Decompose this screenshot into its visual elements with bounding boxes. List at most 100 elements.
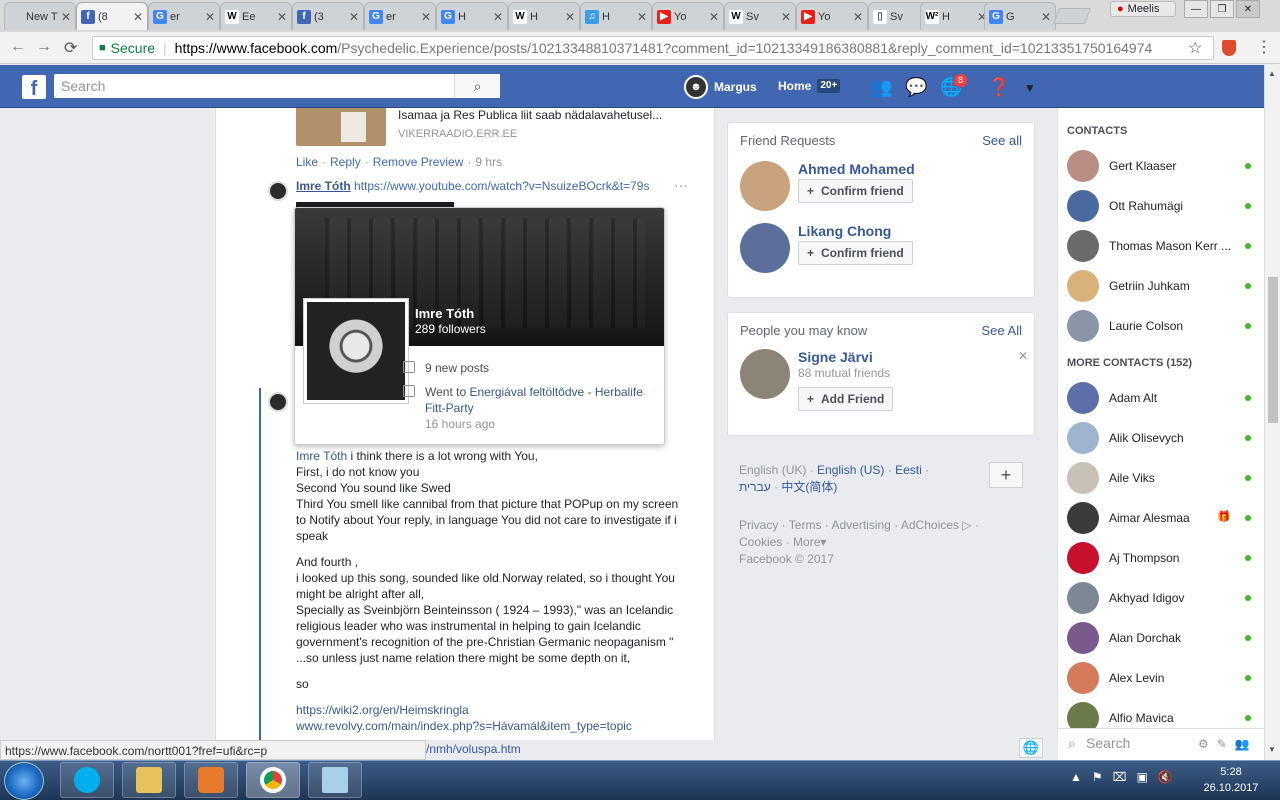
dismiss-icon[interactable]: ✕ [1018, 349, 1028, 363]
taskbar-clock[interactable]: 5:28 26.10.2017 [1196, 764, 1266, 796]
commenter-avatar[interactable] [268, 181, 288, 201]
confirm-friend-button[interactable]: Confirm friend [798, 241, 913, 265]
add-language-button[interactable]: + [989, 462, 1023, 488]
friend-requests-see-all-link[interactable]: See all [982, 133, 1022, 148]
link-preview-thumbnail[interactable] [296, 108, 386, 146]
reload-icon[interactable]: ⟳ [64, 38, 77, 58]
add-friend-button[interactable]: Add Friend [798, 387, 894, 411]
system-tray-icons[interactable]: ▲⚑⌧▣🔇 [1070, 770, 1183, 784]
close-icon[interactable]: ✕ [565, 10, 575, 24]
browser-tab[interactable]: G G ✕ [984, 2, 1056, 30]
contact-item[interactable]: Akhyad Idigov [1067, 580, 1257, 616]
contact-item[interactable]: Aj Thompson [1067, 540, 1257, 576]
avatar[interactable] [740, 349, 790, 399]
close-icon[interactable]: ✕ [637, 10, 647, 24]
advertising-link[interactable]: Advertising [831, 518, 890, 532]
friend-request-name[interactable]: Ahmed Mohamed [798, 161, 915, 177]
friend-request-name[interactable]: Likang Chong [798, 223, 891, 239]
contact-item[interactable]: Alik Olisevych [1067, 420, 1257, 456]
close-icon[interactable]: ✕ [493, 10, 503, 24]
messenger-icon[interactable]: 💬 [905, 77, 927, 98]
close-icon[interactable]: ✕ [349, 10, 359, 24]
avatar[interactable] [740, 161, 790, 211]
search-icon[interactable]: ⌕ [454, 74, 500, 98]
comment-youtube-link[interactable]: https://www.youtube.com/watch?v=NsuizeBO… [354, 179, 649, 193]
chat-settings-icons[interactable]: ⚙✎👥 [1198, 737, 1258, 751]
reply-link[interactable]: Reply [330, 155, 361, 169]
contact-item[interactable]: Laurie Colson [1067, 308, 1257, 344]
language-link[interactable]: 中文(简体) [781, 480, 837, 494]
cookies-link[interactable]: Cookies [739, 535, 782, 549]
browser-tab[interactable]: G H ✕ [436, 2, 508, 30]
taskbar-media-button[interactable] [184, 762, 238, 798]
adchoices-link[interactable]: AdChoices [901, 518, 959, 532]
comment-author-link[interactable]: Imre Tóth [296, 179, 351, 193]
terms-link[interactable]: Terms [789, 518, 822, 532]
close-icon[interactable]: ✕ [61, 10, 71, 24]
confirm-friend-button[interactable]: Confirm friend [798, 179, 913, 203]
more-link[interactable]: More [793, 535, 820, 549]
close-icon[interactable]: ✕ [133, 10, 143, 24]
more-options-icon[interactable]: ··· [674, 177, 688, 193]
minimize-button[interactable]: — [1184, 0, 1208, 18]
browser-tab[interactable]: Ger ✕ [364, 2, 436, 30]
profile-button[interactable]: ● Meelis [1110, 1, 1176, 17]
language-link[interactable]: Eesti [895, 463, 922, 477]
scrollbar-thumb[interactable] [1268, 277, 1278, 423]
browser-tab[interactable]: f (8 ✕ [76, 2, 148, 30]
browser-tab[interactable]: ▶ Yo ✕ [796, 2, 868, 30]
taskbar-notepad-button[interactable] [308, 762, 362, 798]
browser-tab[interactable]: New T ✕ [4, 2, 76, 30]
privacy-link[interactable]: Privacy [739, 518, 778, 532]
url-input[interactable]: ■ Secure | https://www.facebook.com /Psy… [92, 36, 1214, 60]
scroll-down-icon[interactable]: ▼ [1268, 745, 1276, 754]
contact-item[interactable]: Thomas Mason Kerr ... [1067, 228, 1257, 264]
pymk-name[interactable]: Signe Järvi [798, 349, 873, 365]
contact-item[interactable]: Getriin Juhkam [1067, 268, 1257, 304]
partial-link[interactable]: /nmh/voluspa.htm [426, 742, 521, 756]
close-window-button[interactable]: ✕ [1236, 0, 1260, 18]
facebook-search-input[interactable]: Search ⌕ [54, 74, 500, 98]
contact-item[interactable]: Alan Dorchak [1067, 620, 1257, 656]
close-icon[interactable]: ✕ [421, 10, 431, 24]
browser-tab[interactable]: W Ee ✕ [220, 2, 292, 30]
pymk-see-all-link[interactable]: See All [982, 323, 1022, 338]
back-icon[interactable]: ← [10, 38, 26, 56]
reply-avatar[interactable] [268, 392, 288, 412]
home-link[interactable]: Home 20+ [778, 79, 841, 93]
page-scrollbar[interactable]: ▲ ▼ [1264, 65, 1280, 760]
browser-tab[interactable]: W H ✕ [508, 2, 580, 30]
globe-icon[interactable]: 🌐 [1019, 738, 1043, 758]
extension-shield-icon[interactable] [1222, 40, 1236, 56]
maximize-button[interactable]: ❐ [1210, 0, 1234, 18]
mention-link[interactable]: Imre Tóth [296, 449, 347, 463]
hovercard-name[interactable]: Imre Tóth [415, 306, 474, 321]
close-icon[interactable]: ✕ [1041, 10, 1051, 24]
taskbar-explorer-button[interactable] [122, 762, 176, 798]
heimskringla-link[interactable]: https://wiki2.org/en/Heimskringla [296, 702, 686, 718]
browser-tab[interactable]: W Sv ✕ [724, 2, 796, 30]
bookmark-star-icon[interactable]: ☆ [1188, 38, 1202, 58]
close-icon[interactable]: ✕ [781, 10, 791, 24]
contact-item[interactable]: Aile Viks [1067, 460, 1257, 496]
new-tab-button[interactable] [1053, 8, 1091, 24]
contact-item[interactable]: Alex Levin [1067, 660, 1257, 696]
close-icon[interactable]: ✕ [709, 10, 719, 24]
browser-menu-icon[interactable]: ⋮ [1256, 37, 1272, 57]
link-preview-title[interactable]: Isamaa ja Res Publica liit saab nädalava… [398, 108, 662, 122]
friend-requests-icon[interactable]: 👥 [870, 77, 892, 98]
mutual-friends[interactable]: 88 mutual friends [798, 366, 890, 380]
help-icon[interactable]: ❓ [988, 77, 1010, 98]
language-link[interactable]: English (US) [817, 463, 884, 477]
facebook-logo-icon[interactable]: f [22, 75, 46, 100]
revolvy-link[interactable]: www.revolvy.com/main/index.php?s=Hávamál… [296, 718, 686, 734]
start-button[interactable] [4, 762, 44, 800]
hovercard-profile-picture[interactable] [303, 298, 409, 404]
account-menu-chevron-icon[interactable]: ▼ [1024, 81, 1036, 95]
contact-item[interactable]: Aimar Alesmaa 🎁 [1067, 500, 1257, 536]
browser-tab[interactable]: W² H ✕ [920, 2, 992, 30]
new-posts-row[interactable]: 9 new posts [403, 360, 489, 376]
taskbar-chrome-button[interactable] [246, 762, 300, 798]
contact-item[interactable]: Ott Rahumägi [1067, 188, 1257, 224]
forward-icon[interactable]: → [36, 38, 52, 56]
